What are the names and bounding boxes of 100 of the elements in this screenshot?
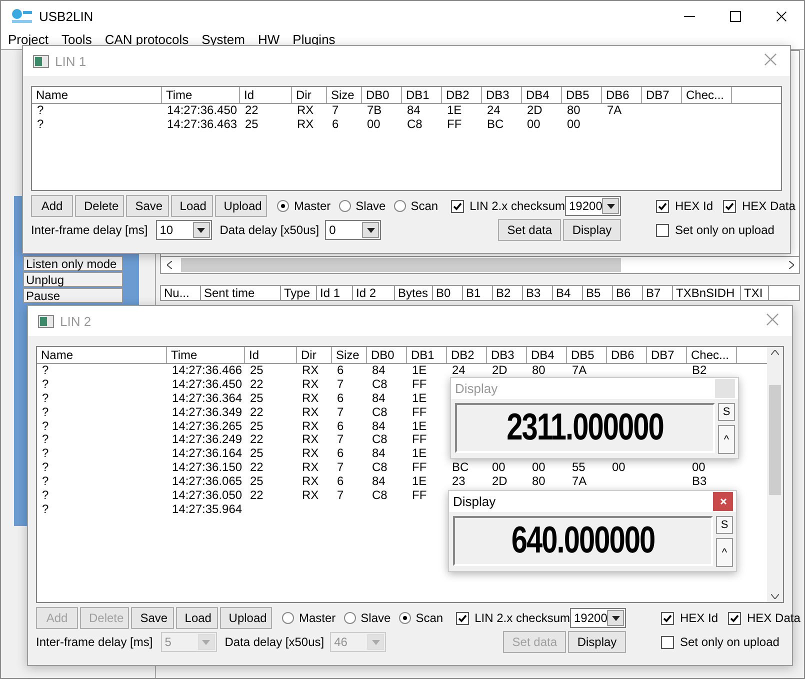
side-button[interactable]: Unplug	[23, 272, 123, 287]
radio-button[interactable]	[344, 612, 356, 624]
table-cell-text: FF	[411, 406, 428, 420]
table-cell-text: 25	[244, 118, 260, 132]
table-cell-text: 25	[249, 392, 264, 406]
toolbar-button[interactable]: Delete	[75, 195, 124, 217]
menu-item[interactable]: Tools	[61, 31, 92, 49]
column-header[interactable]: B6	[613, 286, 643, 300]
side-button[interactable]: Listen only mode	[23, 256, 123, 271]
table-cell-text: FF	[411, 378, 428, 392]
column-header[interactable]: Bytes	[395, 286, 433, 300]
close-button[interactable]	[713, 492, 733, 511]
column-header[interactable]: Nu...	[161, 286, 201, 300]
display-side-button[interactable]: S	[716, 516, 733, 534]
column-header[interactable]: B1	[463, 286, 493, 300]
table-cell-text: 22	[244, 104, 260, 118]
column-header[interactable]: B0	[433, 286, 463, 300]
display-button[interactable]: Display	[563, 219, 621, 241]
toolbar-button[interactable]: Load	[176, 607, 218, 629]
table-cell-text: 25	[249, 420, 264, 434]
table-cell-text: 22	[249, 489, 264, 503]
column-header[interactable]: B3	[523, 286, 553, 300]
column-header[interactable]: TXBnSIDH	[673, 286, 741, 300]
table-cell-text: 24	[451, 364, 466, 378]
table-cell-text: BC	[486, 118, 505, 132]
display-side-button[interactable]: S	[718, 403, 735, 421]
table-cell-text: 00	[366, 118, 382, 132]
checkbox[interactable]	[661, 612, 674, 624]
checkbox[interactable]	[728, 612, 742, 624]
checkbox[interactable]	[661, 636, 674, 648]
window-icon	[38, 314, 54, 328]
table-cell-text: 6	[336, 475, 345, 490]
check-icon	[725, 202, 734, 210]
display-side-button[interactable]: ^	[718, 425, 735, 454]
table-cell-text: 84	[371, 475, 386, 490]
dropdown[interactable]: 0	[325, 220, 382, 240]
table-cell-text: 22	[249, 461, 264, 476]
checkbox[interactable]	[450, 200, 464, 212]
checkbox[interactable]	[723, 200, 736, 212]
radio-button[interactable]	[394, 200, 406, 212]
table-cell-text: 00	[566, 118, 582, 132]
display-button[interactable]: Display	[568, 631, 626, 653]
table-cell-text: 00	[691, 461, 706, 476]
side-button[interactable]: Pause	[23, 288, 123, 303]
toolbar-button[interactable]: Upload	[220, 607, 272, 629]
radio-button[interactable]	[338, 200, 351, 212]
table-cell-text: 55	[571, 461, 586, 476]
table-cell-text: 1E	[411, 447, 428, 462]
radio-button[interactable]	[276, 200, 289, 212]
column-header[interactable]: Id 1	[317, 286, 353, 300]
set-data-button[interactable]: Set data	[498, 219, 561, 241]
toolbar-button[interactable]: Add	[31, 195, 73, 217]
maximize-icon	[730, 10, 740, 22]
dropdown[interactable]: 19200	[565, 196, 621, 216]
radio-label: Scan	[410, 199, 438, 213]
table-cell-text: 6	[336, 420, 345, 434]
column-header[interactable]: TXI	[741, 286, 769, 300]
menu-item[interactable]: System	[202, 31, 245, 49]
scrollbar[interactable]	[160, 256, 800, 274]
toolbar-button[interactable]: Save	[126, 195, 169, 217]
dropdown[interactable]: 19200	[570, 608, 626, 628]
column-header[interactable]: B2	[493, 286, 523, 300]
display-value: 2311.000000	[506, 406, 664, 450]
menu-item[interactable]: Plugins	[292, 31, 336, 49]
table-cell-text: 25	[249, 447, 264, 462]
window-title: Display	[455, 381, 498, 396]
table-cell-text: 1E	[411, 392, 428, 406]
checkbox[interactable]	[456, 612, 469, 624]
column-header[interactable]: B5	[583, 286, 613, 300]
scrollbar[interactable]	[767, 347, 783, 602]
toolbar-button[interactable]: Save	[131, 607, 174, 629]
column-header[interactable]: B4	[553, 286, 583, 300]
column-header[interactable]: Type	[281, 286, 317, 300]
checkbox[interactable]	[656, 200, 669, 212]
table-cell-text: FF	[411, 489, 428, 503]
radio-button[interactable]	[282, 612, 294, 624]
column-header[interactable]: B7	[643, 286, 673, 300]
column-header[interactable]: Id 2	[353, 286, 395, 300]
menu-item[interactable]: Project	[8, 31, 48, 49]
table-cell-text: RX	[301, 447, 320, 462]
table-cell-text: 7	[331, 104, 340, 118]
toolbar-button[interactable]: Upload	[214, 195, 267, 217]
table-cell-text: 14:27:36.050	[171, 489, 244, 503]
table-cell-text: 84	[371, 420, 386, 434]
dropdown[interactable]: 10	[156, 220, 212, 240]
toolbar-button[interactable]: Load	[170, 195, 213, 217]
table-cell-text: ?	[41, 447, 50, 462]
dropdown-arrow-icon	[202, 640, 210, 644]
checkbox-label: LIN 2.x checksum	[474, 611, 570, 625]
menu-item[interactable]: HW	[258, 31, 280, 49]
table-cell-text: ?	[41, 406, 50, 420]
menu-item[interactable]: CAN protocols	[104, 31, 189, 49]
column-header[interactable]: Sent time	[201, 286, 281, 300]
table-cell-text: ?	[41, 502, 50, 517]
radio-button[interactable]	[398, 612, 411, 624]
check-icon	[458, 614, 467, 622]
table-cell-text: BC	[451, 461, 470, 476]
checkbox-label: HEX Id	[680, 611, 718, 625]
checkbox[interactable]	[656, 224, 669, 236]
display-side-button[interactable]: ^	[716, 538, 733, 567]
